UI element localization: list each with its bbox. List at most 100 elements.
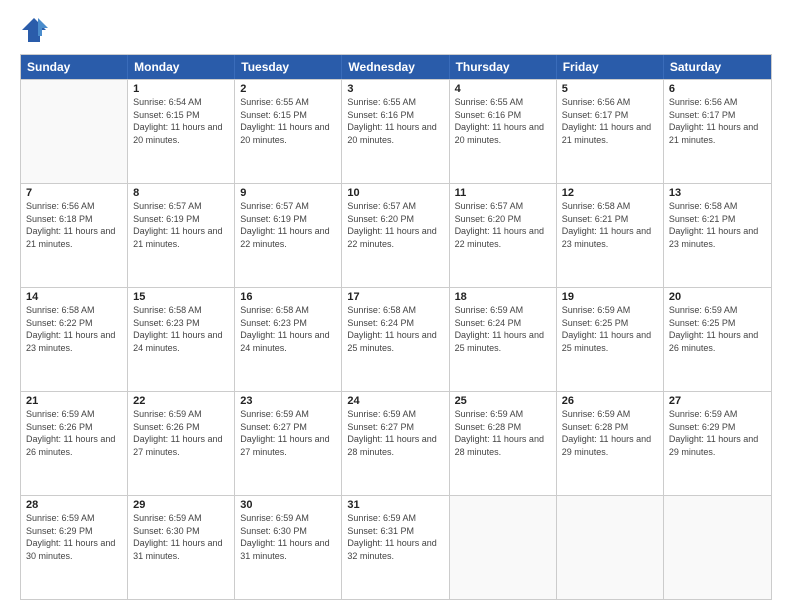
calendar-cell: 25Sunrise: 6:59 AMSunset: 6:28 PMDayligh… xyxy=(450,392,557,495)
day-number: 11 xyxy=(455,187,551,199)
day-number: 16 xyxy=(240,291,336,303)
day-number: 2 xyxy=(240,83,336,95)
day-number: 29 xyxy=(133,499,229,511)
day-of-week-header: Saturday xyxy=(664,55,771,79)
day-info: Sunrise: 6:59 AMSunset: 6:29 PMDaylight:… xyxy=(669,408,766,458)
day-number: 1 xyxy=(133,83,229,95)
day-number: 4 xyxy=(455,83,551,95)
day-number: 27 xyxy=(669,395,766,407)
calendar-header: SundayMondayTuesdayWednesdayThursdayFrid… xyxy=(21,55,771,79)
calendar: SundayMondayTuesdayWednesdayThursdayFrid… xyxy=(20,54,772,600)
day-info: Sunrise: 6:59 AMSunset: 6:28 PMDaylight:… xyxy=(562,408,658,458)
calendar-cell xyxy=(21,80,128,183)
day-info: Sunrise: 6:59 AMSunset: 6:28 PMDaylight:… xyxy=(455,408,551,458)
day-info: Sunrise: 6:58 AMSunset: 6:23 PMDaylight:… xyxy=(240,304,336,354)
calendar-cell: 12Sunrise: 6:58 AMSunset: 6:21 PMDayligh… xyxy=(557,184,664,287)
day-of-week-header: Wednesday xyxy=(342,55,449,79)
day-number: 3 xyxy=(347,83,443,95)
calendar-row-5: 28Sunrise: 6:59 AMSunset: 6:29 PMDayligh… xyxy=(21,495,771,599)
day-info: Sunrise: 6:57 AMSunset: 6:19 PMDaylight:… xyxy=(133,200,229,250)
calendar-cell: 4Sunrise: 6:55 AMSunset: 6:16 PMDaylight… xyxy=(450,80,557,183)
day-of-week-header: Tuesday xyxy=(235,55,342,79)
calendar-cell: 23Sunrise: 6:59 AMSunset: 6:27 PMDayligh… xyxy=(235,392,342,495)
day-number: 8 xyxy=(133,187,229,199)
calendar-cell: 27Sunrise: 6:59 AMSunset: 6:29 PMDayligh… xyxy=(664,392,771,495)
day-info: Sunrise: 6:58 AMSunset: 6:21 PMDaylight:… xyxy=(562,200,658,250)
day-info: Sunrise: 6:56 AMSunset: 6:18 PMDaylight:… xyxy=(26,200,122,250)
day-info: Sunrise: 6:59 AMSunset: 6:26 PMDaylight:… xyxy=(26,408,122,458)
calendar-body: 1Sunrise: 6:54 AMSunset: 6:15 PMDaylight… xyxy=(21,79,771,599)
calendar-cell: 2Sunrise: 6:55 AMSunset: 6:15 PMDaylight… xyxy=(235,80,342,183)
calendar-cell: 28Sunrise: 6:59 AMSunset: 6:29 PMDayligh… xyxy=(21,496,128,599)
calendar-cell: 5Sunrise: 6:56 AMSunset: 6:17 PMDaylight… xyxy=(557,80,664,183)
calendar-cell: 6Sunrise: 6:56 AMSunset: 6:17 PMDaylight… xyxy=(664,80,771,183)
calendar-cell xyxy=(664,496,771,599)
day-info: Sunrise: 6:57 AMSunset: 6:19 PMDaylight:… xyxy=(240,200,336,250)
logo xyxy=(20,16,52,44)
day-number: 5 xyxy=(562,83,658,95)
calendar-cell: 14Sunrise: 6:58 AMSunset: 6:22 PMDayligh… xyxy=(21,288,128,391)
day-number: 24 xyxy=(347,395,443,407)
day-info: Sunrise: 6:59 AMSunset: 6:25 PMDaylight:… xyxy=(562,304,658,354)
day-info: Sunrise: 6:59 AMSunset: 6:30 PMDaylight:… xyxy=(133,512,229,562)
calendar-cell: 1Sunrise: 6:54 AMSunset: 6:15 PMDaylight… xyxy=(128,80,235,183)
calendar-cell: 31Sunrise: 6:59 AMSunset: 6:31 PMDayligh… xyxy=(342,496,449,599)
day-number: 13 xyxy=(669,187,766,199)
calendar-cell: 11Sunrise: 6:57 AMSunset: 6:20 PMDayligh… xyxy=(450,184,557,287)
calendar-row-4: 21Sunrise: 6:59 AMSunset: 6:26 PMDayligh… xyxy=(21,391,771,495)
day-info: Sunrise: 6:54 AMSunset: 6:15 PMDaylight:… xyxy=(133,96,229,146)
day-number: 28 xyxy=(26,499,122,511)
calendar-cell: 7Sunrise: 6:56 AMSunset: 6:18 PMDaylight… xyxy=(21,184,128,287)
day-info: Sunrise: 6:58 AMSunset: 6:21 PMDaylight:… xyxy=(669,200,766,250)
day-of-week-header: Monday xyxy=(128,55,235,79)
day-info: Sunrise: 6:59 AMSunset: 6:30 PMDaylight:… xyxy=(240,512,336,562)
day-info: Sunrise: 6:58 AMSunset: 6:24 PMDaylight:… xyxy=(347,304,443,354)
day-number: 30 xyxy=(240,499,336,511)
calendar-cell: 22Sunrise: 6:59 AMSunset: 6:26 PMDayligh… xyxy=(128,392,235,495)
day-number: 31 xyxy=(347,499,443,511)
calendar-cell: 18Sunrise: 6:59 AMSunset: 6:24 PMDayligh… xyxy=(450,288,557,391)
day-of-week-header: Thursday xyxy=(450,55,557,79)
day-info: Sunrise: 6:58 AMSunset: 6:22 PMDaylight:… xyxy=(26,304,122,354)
day-info: Sunrise: 6:59 AMSunset: 6:26 PMDaylight:… xyxy=(133,408,229,458)
calendar-cell: 3Sunrise: 6:55 AMSunset: 6:16 PMDaylight… xyxy=(342,80,449,183)
calendar-cell: 13Sunrise: 6:58 AMSunset: 6:21 PMDayligh… xyxy=(664,184,771,287)
day-info: Sunrise: 6:59 AMSunset: 6:27 PMDaylight:… xyxy=(240,408,336,458)
calendar-cell: 29Sunrise: 6:59 AMSunset: 6:30 PMDayligh… xyxy=(128,496,235,599)
day-number: 22 xyxy=(133,395,229,407)
calendar-cell: 15Sunrise: 6:58 AMSunset: 6:23 PMDayligh… xyxy=(128,288,235,391)
calendar-cell: 19Sunrise: 6:59 AMSunset: 6:25 PMDayligh… xyxy=(557,288,664,391)
day-info: Sunrise: 6:57 AMSunset: 6:20 PMDaylight:… xyxy=(347,200,443,250)
day-info: Sunrise: 6:57 AMSunset: 6:20 PMDaylight:… xyxy=(455,200,551,250)
day-info: Sunrise: 6:58 AMSunset: 6:23 PMDaylight:… xyxy=(133,304,229,354)
day-number: 9 xyxy=(240,187,336,199)
day-number: 21 xyxy=(26,395,122,407)
calendar-cell: 8Sunrise: 6:57 AMSunset: 6:19 PMDaylight… xyxy=(128,184,235,287)
day-number: 6 xyxy=(669,83,766,95)
day-info: Sunrise: 6:59 AMSunset: 6:31 PMDaylight:… xyxy=(347,512,443,562)
page: SundayMondayTuesdayWednesdayThursdayFrid… xyxy=(0,0,792,612)
calendar-cell: 30Sunrise: 6:59 AMSunset: 6:30 PMDayligh… xyxy=(235,496,342,599)
day-number: 14 xyxy=(26,291,122,303)
calendar-cell: 9Sunrise: 6:57 AMSunset: 6:19 PMDaylight… xyxy=(235,184,342,287)
calendar-cell: 20Sunrise: 6:59 AMSunset: 6:25 PMDayligh… xyxy=(664,288,771,391)
day-info: Sunrise: 6:55 AMSunset: 6:16 PMDaylight:… xyxy=(455,96,551,146)
day-number: 20 xyxy=(669,291,766,303)
day-number: 7 xyxy=(26,187,122,199)
day-number: 19 xyxy=(562,291,658,303)
day-number: 26 xyxy=(562,395,658,407)
day-of-week-header: Friday xyxy=(557,55,664,79)
day-info: Sunrise: 6:59 AMSunset: 6:24 PMDaylight:… xyxy=(455,304,551,354)
day-info: Sunrise: 6:59 AMSunset: 6:25 PMDaylight:… xyxy=(669,304,766,354)
calendar-cell xyxy=(557,496,664,599)
calendar-cell: 21Sunrise: 6:59 AMSunset: 6:26 PMDayligh… xyxy=(21,392,128,495)
calendar-cell: 26Sunrise: 6:59 AMSunset: 6:28 PMDayligh… xyxy=(557,392,664,495)
day-number: 12 xyxy=(562,187,658,199)
calendar-row-2: 7Sunrise: 6:56 AMSunset: 6:18 PMDaylight… xyxy=(21,183,771,287)
day-info: Sunrise: 6:59 AMSunset: 6:29 PMDaylight:… xyxy=(26,512,122,562)
calendar-cell: 16Sunrise: 6:58 AMSunset: 6:23 PMDayligh… xyxy=(235,288,342,391)
day-number: 15 xyxy=(133,291,229,303)
calendar-cell: 17Sunrise: 6:58 AMSunset: 6:24 PMDayligh… xyxy=(342,288,449,391)
day-of-week-header: Sunday xyxy=(21,55,128,79)
header xyxy=(20,16,772,44)
